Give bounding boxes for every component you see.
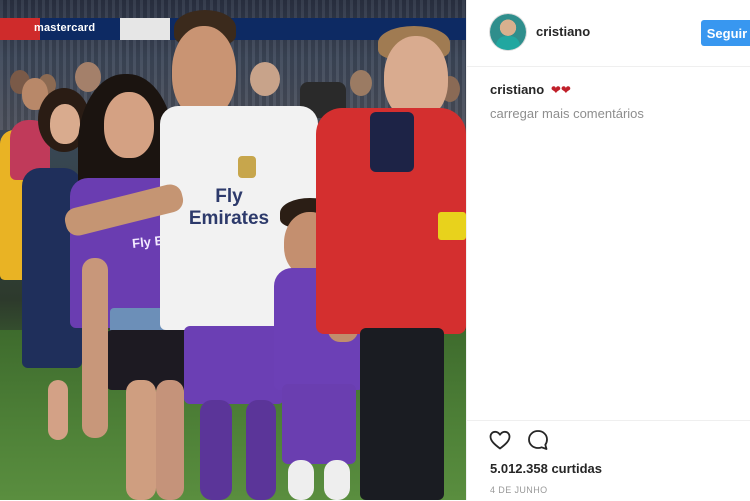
- woman-leg: [156, 380, 184, 500]
- club-crest: [238, 156, 256, 178]
- player-shirt-sponsor: Fly Emirates: [188, 186, 270, 229]
- caption-hearts: ❤❤: [550, 83, 571, 97]
- boy-sock: [324, 460, 350, 500]
- post-date: 4 DE JUNHO: [490, 485, 548, 495]
- post-photo[interactable]: mastercard Fly Emirates Fly Emirates: [0, 0, 466, 500]
- person-leg: [48, 380, 68, 440]
- avatar-shirt: [496, 36, 520, 50]
- person-face: [50, 104, 80, 144]
- heart-outline-icon[interactable]: [488, 428, 512, 452]
- follow-button[interactable]: Seguir: [701, 20, 750, 46]
- boy-purple-shorts: [282, 384, 356, 464]
- comment-bubble-icon[interactable]: [526, 428, 550, 452]
- player-sock: [246, 400, 276, 500]
- captain-armband: [438, 212, 466, 240]
- woman-face: [104, 92, 154, 158]
- load-more-comments-link[interactable]: carregar mais comentários: [490, 106, 644, 121]
- post-sidebar: cristiano Seguir cristiano ❤❤ carregar m…: [466, 0, 750, 500]
- banner-sponsor-text: mastercard: [34, 22, 96, 34]
- woman-leg: [126, 380, 156, 500]
- man-navy-collar: [370, 112, 414, 172]
- likes-count[interactable]: 5.012.358 curtidas: [490, 461, 602, 476]
- player-purple-shorts: [184, 326, 284, 404]
- caption-username[interactable]: cristiano: [490, 82, 544, 97]
- post-header: cristiano Seguir: [467, 0, 750, 67]
- post-caption: cristiano ❤❤: [490, 82, 571, 97]
- crowd-person: [350, 70, 372, 96]
- woman-arm: [82, 258, 108, 438]
- crowd-person: [250, 62, 280, 96]
- player-sock: [200, 400, 232, 500]
- username-link[interactable]: cristiano: [536, 24, 590, 39]
- boy-sock: [288, 460, 314, 500]
- avatar[interactable]: [490, 14, 526, 50]
- man-dark-trousers: [360, 328, 444, 500]
- player-face: [172, 26, 236, 118]
